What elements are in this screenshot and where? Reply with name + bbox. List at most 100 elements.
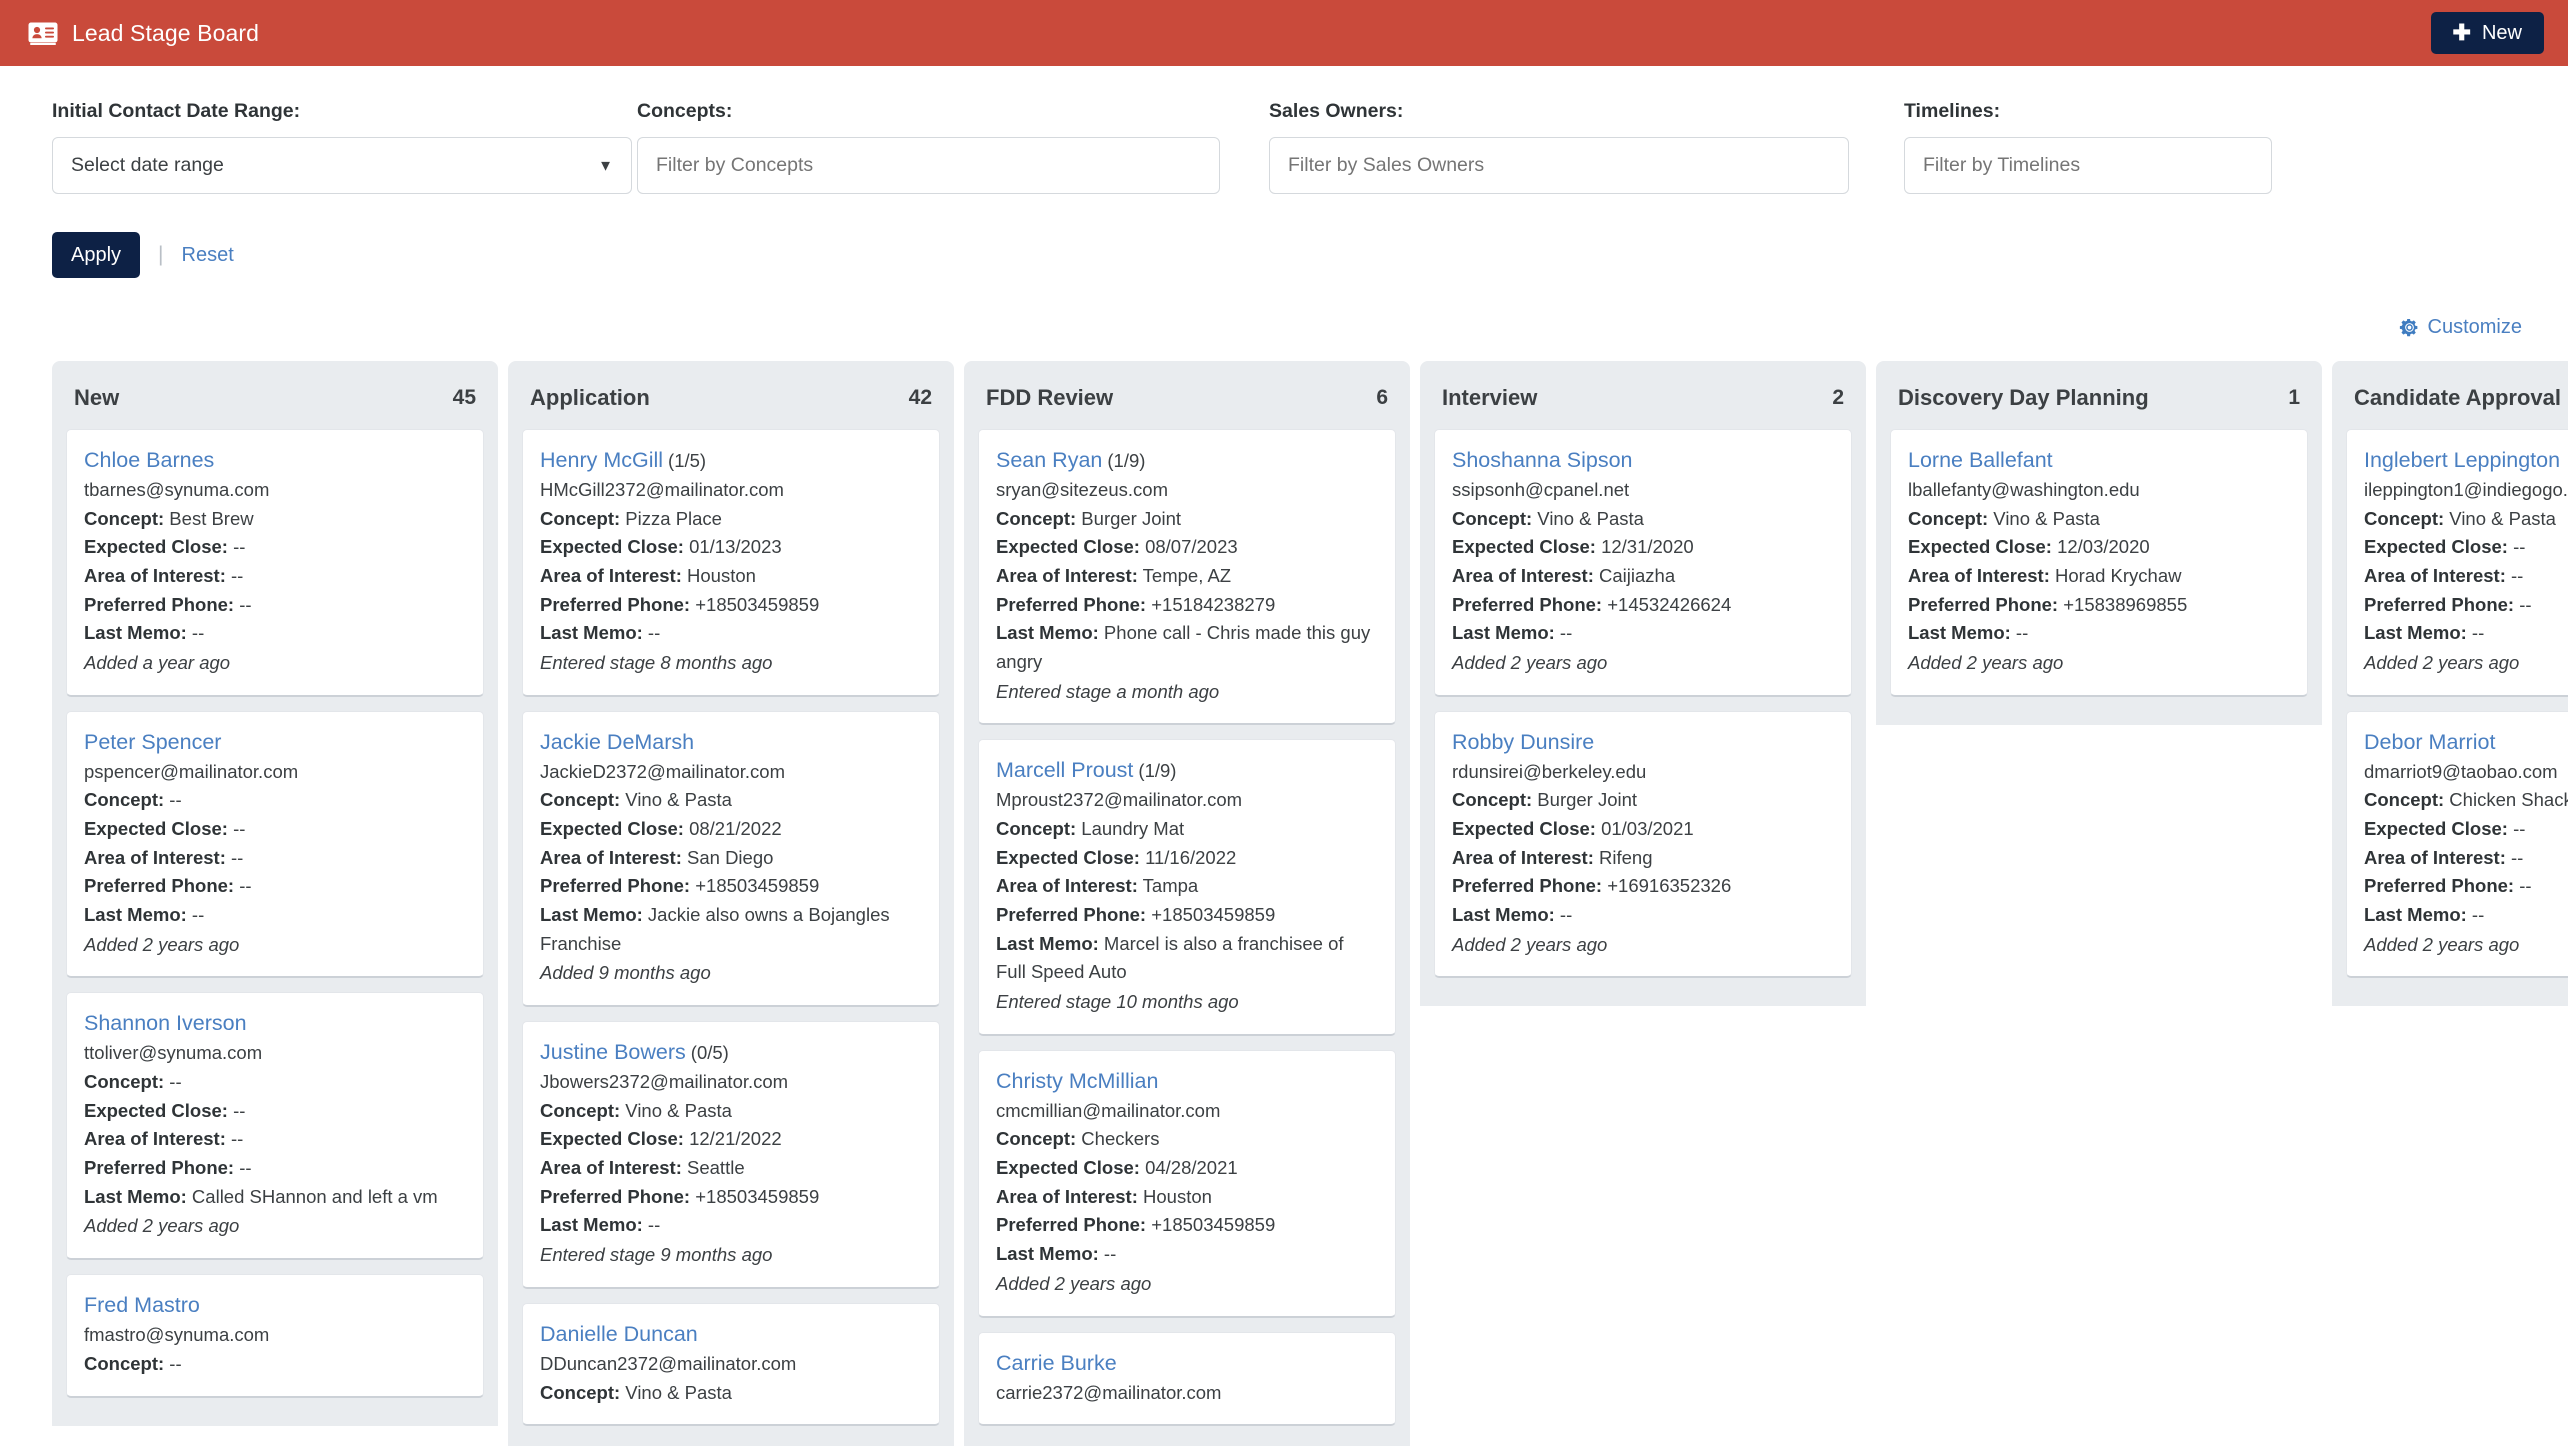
lead-preferred-phone-label: Preferred Phone: (1452, 593, 1603, 615)
lead-concept-value: Vino & Pasta (1532, 507, 1644, 529)
reset-link[interactable]: Reset (182, 244, 234, 267)
board-column: Interview 2 Shoshanna Sipson ssipsonh@cpane… (1420, 361, 1866, 1007)
lead-area-of-interest-value: -- (225, 565, 244, 587)
gear-icon (2399, 317, 2420, 338)
lead-name-line: Chloe Barnes (84, 446, 466, 475)
lead-name-link[interactable]: Fred Mastro (84, 1293, 200, 1317)
lead-concept-value: Pizza Place (620, 507, 722, 529)
page-title: Lead Stage Board (72, 19, 260, 46)
apply-button[interactable]: Apply (52, 232, 141, 278)
chevron-down-icon: ▼ (598, 157, 613, 174)
lead-name-line: Sean Ryan (1/9) (996, 446, 1378, 475)
lead-name-link[interactable]: Christy McMillian (996, 1069, 1158, 1093)
lead-card[interactable]: Shannon Iverson ttoliver@synuma.com Concep… (66, 992, 484, 1261)
lead-area-of-interest-value: -- (225, 846, 244, 868)
lead-card[interactable]: Jackie DeMarsh JackieD2372@mailinator.com… (522, 710, 940, 1008)
lead-card[interactable]: Henry McGill (1/5) HMcGill2372@mailinator.… (522, 429, 940, 697)
lead-email: DDuncan2372@mailinator.com (540, 1352, 797, 1374)
lead-card[interactable]: Carrie Burke carrie2372@mailinator.com (978, 1331, 1396, 1427)
lead-stage-board[interactable]: New 45 Chloe Barnes tbarnes@synuma.com Conce… (0, 339, 2568, 1446)
timelines-input[interactable] (1904, 137, 2272, 194)
lead-area-of-interest: Area of Interest: Rifeng (1452, 844, 1834, 873)
lead-concept-value: -- (164, 789, 182, 811)
lead-name-link[interactable]: Inglebert Leppington (2364, 448, 2560, 472)
lead-last-memo: Last Memo: -- (1908, 619, 2290, 648)
lead-expected-close-label: Expected Close: (1452, 818, 1596, 840)
lead-card[interactable]: Christy McMillian cmcmillian@mailinator.c… (978, 1049, 1396, 1318)
lead-email: JackieD2372@mailinator.com (540, 760, 785, 782)
lead-card[interactable]: Sean Ryan (1/9) sryan@sitezeus.com Concept:… (978, 429, 1396, 726)
sales-owners-input[interactable] (1269, 137, 1849, 194)
lead-concept-value: Chicken Shack (2444, 789, 2568, 811)
customize-link[interactable]: Customize (2399, 316, 2522, 339)
lead-name-link[interactable]: Justine Bowers (540, 1040, 686, 1064)
lead-name-link[interactable]: Carrie Burke (996, 1351, 1117, 1375)
lead-preferred-phone-value: -- (234, 875, 252, 897)
column-title: Discovery Day Planning (1898, 385, 2149, 410)
lead-name-link[interactable]: Chloe Barnes (84, 448, 214, 472)
lead-email: ttoliver@synuma.com (84, 1042, 263, 1064)
lead-preferred-phone: Preferred Phone: +15838969855 (1908, 591, 2290, 620)
lead-email: Mproust2372@mailinator.com (996, 789, 1243, 811)
lead-card[interactable]: Justine Bowers (0/5) Jbowers2372@mailinato… (522, 1021, 940, 1289)
lead-name-link[interactable]: Shoshanna Sipson (1452, 448, 1633, 472)
lead-name-link[interactable]: Sean Ryan (996, 448, 1102, 472)
lead-name-link[interactable]: Danielle Duncan (540, 1322, 698, 1346)
lead-last-memo: Last Memo: -- (84, 619, 466, 648)
lead-name-line: Peter Spencer (84, 728, 466, 757)
lead-score-badge: (1/9) (1107, 450, 1146, 471)
lead-timestamp: Added 2 years ago (84, 933, 240, 955)
lead-card[interactable]: Inglebert Leppington ileppington1@indiego… (2346, 429, 2568, 697)
lead-score-badge: (1/5) (668, 450, 707, 471)
lead-card[interactable]: Marcell Proust (1/9) Mproust2372@mailinato… (978, 739, 1396, 1036)
lead-card[interactable]: Fred Mastro fmastro@synuma.com Concept: -- (66, 1274, 484, 1398)
lead-preferred-phone-value: -- (234, 1157, 252, 1179)
lead-name-link[interactable]: Lorne Ballefant (1908, 448, 2053, 472)
lead-last-memo-value: -- (186, 904, 205, 926)
lead-concept: Concept: Pizza Place (540, 505, 922, 534)
lead-concept-label: Concept: (1452, 507, 1533, 529)
lead-card[interactable]: Debor Marriot dmarriot9@taobao.com Concept… (2346, 710, 2568, 979)
lead-last-memo: Last Memo: -- (540, 619, 922, 648)
lead-name-line: Shoshanna Sipson (1452, 446, 1834, 475)
new-button-label: New (2481, 21, 2522, 44)
date-range-select[interactable]: Select date range ▼ (52, 137, 632, 194)
lead-card[interactable]: Lorne Ballefant lballefanty@washington.ed… (1890, 429, 2308, 697)
lead-concept-label: Concept: (540, 1099, 621, 1121)
lead-name-line: Christy McMillian (996, 1067, 1378, 1096)
filter-row: Initial Contact Date Range: Select date … (52, 100, 2522, 194)
lead-last-memo: Last Memo: -- (996, 1240, 1378, 1269)
lead-last-memo-value: -- (642, 622, 661, 644)
lead-area-of-interest-label: Area of Interest: (996, 875, 1138, 897)
lead-concept-value: Laundry Mat (1076, 818, 1185, 840)
lead-concept: Concept: Vino & Pasta (540, 786, 922, 815)
lead-card[interactable]: Chloe Barnes tbarnes@synuma.com Concept: B… (66, 429, 484, 697)
column-header: Application 42 (522, 361, 940, 429)
lead-name-link[interactable]: Debor Marriot (2364, 730, 2495, 754)
new-button[interactable]: ✚ New (2430, 12, 2544, 54)
lead-name-link[interactable]: Henry McGill (540, 448, 663, 472)
lead-name-link[interactable]: Peter Spencer (84, 730, 221, 754)
lead-last-memo: Last Memo: -- (84, 901, 466, 930)
customize-label: Customize (2427, 316, 2522, 338)
concepts-input[interactable] (637, 137, 1220, 194)
lead-concept-label: Concept: (84, 507, 165, 529)
lead-area-of-interest-label: Area of Interest: (540, 1157, 682, 1179)
lead-card[interactable]: Robby Dunsire rdunsirei@berkeley.edu Conce… (1434, 710, 1852, 979)
lead-expected-close-label: Expected Close: (1908, 536, 2052, 558)
lead-area-of-interest-value: -- (2505, 565, 2524, 587)
lead-name-link[interactable]: Robby Dunsire (1452, 730, 1594, 754)
lead-email: tbarnes@synuma.com (84, 479, 270, 501)
lead-name-link[interactable]: Shannon Iverson (84, 1011, 247, 1035)
lead-last-memo-label: Last Memo: (996, 1243, 1099, 1265)
board-column: New 45 Chloe Barnes tbarnes@synuma.com Conce… (52, 361, 498, 1426)
lead-card[interactable]: Peter Spencer pspencer@mailinator.com Conc… (66, 710, 484, 979)
lead-preferred-phone: Preferred Phone: -- (2364, 872, 2568, 901)
lead-area-of-interest: Area of Interest: -- (2364, 844, 2568, 873)
lead-name-link[interactable]: Marcell Proust (996, 758, 1133, 782)
lead-name-link[interactable]: Jackie DeMarsh (540, 730, 694, 754)
lead-preferred-phone: Preferred Phone: +18503459859 (996, 901, 1378, 930)
lead-card[interactable]: Danielle Duncan DDuncan2372@mailinator.co… (522, 1302, 940, 1427)
lead-concept-value: Burger Joint (1076, 507, 1182, 529)
lead-card[interactable]: Shoshanna Sipson ssipsonh@cpanel.net Conce… (1434, 429, 1852, 697)
